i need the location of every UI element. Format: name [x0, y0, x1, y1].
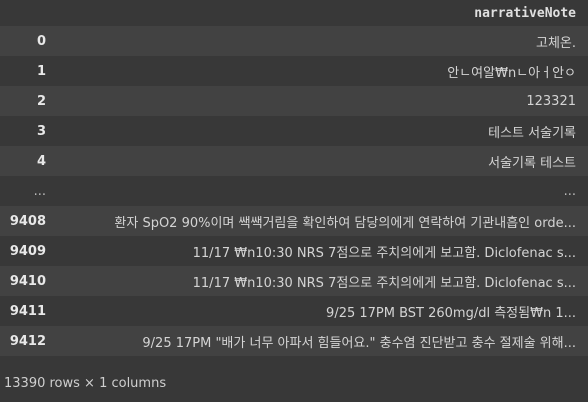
table-row: 0 고체온.	[0, 26, 588, 56]
row-value: 9/25 17PM BST 260mg/dl 측정됨₩n 1...	[326, 305, 576, 321]
row-index: 2	[36, 93, 46, 109]
row-value: 고체온.	[535, 35, 576, 51]
column-header-narrativenote: narrativeNote	[56, 0, 588, 26]
table-row: 4 서술기록 테스트	[0, 146, 588, 176]
row-value: 11/17 ₩n10:30 NRS 7점으로 주치의에게 보고함. Diclof…	[192, 245, 576, 261]
row-index: 9408	[9, 213, 46, 229]
dataframe-shape-footer: 13390 rows × 1 columns	[4, 376, 167, 391]
table-row: 9412 9/25 17PM "배가 너무 아파서 힘들어요." 충수염 진단받…	[0, 326, 588, 356]
index-header	[0, 0, 56, 26]
row-value: 11/17 ₩n10:30 NRS 7점으로 주치의에게 보고함. Diclof…	[192, 275, 576, 291]
row-value: 환자 SpO2 90%이며 쌕쌕거림을 확인하여 담당의에게 연락하여 기관내흡…	[114, 215, 576, 231]
row-index: ...	[33, 183, 46, 199]
truncation-row: ... ...	[0, 176, 588, 206]
table-row: 3 테스트 서술기록	[0, 116, 588, 146]
row-index: 9409	[9, 243, 46, 259]
table-row: 9410 11/17 ₩n10:30 NRS 7점으로 주치의에게 보고함. D…	[0, 266, 588, 296]
row-value: 안ㄴ여알₩nㄴ아ㅓ안ㅇ	[447, 65, 576, 81]
row-index: 4	[36, 153, 46, 169]
row-value: ...	[563, 183, 576, 199]
dataframe-table: narrativeNote 0 고체온. 1 안ㄴ여알₩nㄴ아ㅓ안ㅇ 2 123…	[0, 0, 588, 356]
table-row: 9408 환자 SpO2 90%이며 쌕쌕거림을 확인하여 담당의에게 연락하여…	[0, 206, 588, 236]
row-value: 123321	[526, 93, 576, 109]
row-value: 서술기록 테스트	[488, 155, 576, 171]
row-index: 9412	[9, 333, 46, 349]
row-index: 0	[36, 33, 46, 49]
row-index: 9410	[9, 273, 46, 289]
row-index: 1	[36, 63, 46, 79]
row-index: 9411	[9, 303, 46, 319]
table-row: 2 123321	[0, 86, 588, 116]
table-row: 9409 11/17 ₩n10:30 NRS 7점으로 주치의에게 보고함. D…	[0, 236, 588, 266]
row-value: 9/25 17PM "배가 너무 아파서 힘들어요." 충수염 진단받고 충수 …	[142, 335, 576, 351]
table-row: 1 안ㄴ여알₩nㄴ아ㅓ안ㅇ	[0, 56, 588, 86]
table-row: 9411 9/25 17PM BST 260mg/dl 측정됨₩n 1...	[0, 296, 588, 326]
row-value: 테스트 서술기록	[488, 125, 576, 141]
row-index: 3	[36, 123, 46, 139]
header-row: narrativeNote	[0, 0, 588, 26]
dataframe-output: narrativeNote 0 고체온. 1 안ㄴ여알₩nㄴ아ㅓ안ㅇ 2 123…	[0, 0, 588, 372]
